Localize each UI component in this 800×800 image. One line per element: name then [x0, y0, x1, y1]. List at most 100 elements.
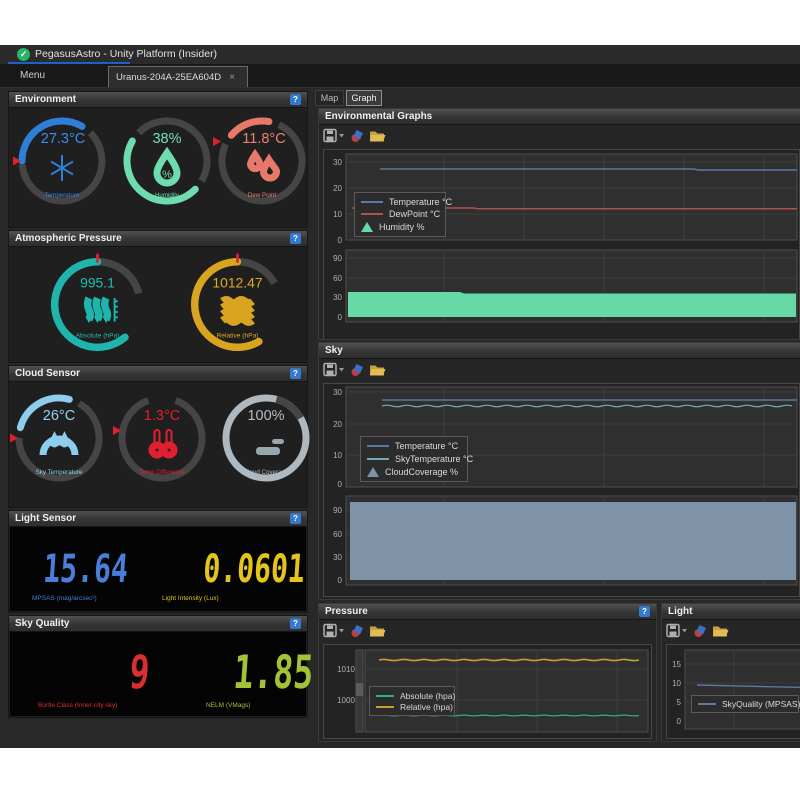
cloud-sensor-header: Cloud Sensor ? [9, 366, 307, 382]
light-sensor-title: Light Sensor [15, 513, 76, 524]
save-icon[interactable] [324, 625, 336, 637]
device-tab[interactable]: Uranus-204A-25EA604D × [108, 66, 248, 87]
open-folder-icon[interactable] [370, 366, 386, 376]
svg-text:%: % [162, 169, 172, 181]
legend-label: SkyTemperature °C [395, 454, 473, 464]
temperature-value: 27.3°C [41, 131, 86, 147]
save-dropdown-icon[interactable] [682, 629, 687, 633]
svg-text:15: 15 [672, 660, 681, 669]
save-dropdown-icon[interactable] [339, 629, 344, 633]
svg-text:0: 0 [338, 576, 343, 585]
sky-chart-box: 30 20 10 0 90 60 [323, 383, 800, 597]
clear-icon[interactable] [352, 130, 364, 142]
clear-icon[interactable] [352, 625, 364, 637]
tab-graph[interactable]: Graph [346, 90, 382, 106]
save-icon[interactable] [324, 130, 336, 142]
sky-graphs-title: Sky [325, 345, 343, 356]
svg-text:30: 30 [333, 293, 342, 302]
open-folder-icon[interactable] [370, 132, 386, 142]
legend-line [367, 445, 389, 447]
menu-button[interactable]: Menu [14, 68, 51, 83]
sky-temperature-value: 26°C [43, 408, 75, 424]
clear-icon[interactable] [695, 625, 707, 637]
sky-quality-display: 9 Bortle Class (Inner-city sky) 1.85 NEL… [10, 632, 306, 716]
humidity-series-area [348, 292, 796, 317]
help-icon[interactable]: ? [290, 94, 301, 105]
temperature-label: Temperature [45, 192, 80, 199]
save-icon[interactable] [324, 364, 336, 376]
light-chart-legend: SkyQuality (MPSAS) [691, 695, 799, 713]
svg-text:0: 0 [677, 717, 682, 726]
help-icon[interactable]: ? [639, 606, 650, 617]
absolute-pressure-label: Absolute (hPa) [76, 333, 120, 340]
light-graphs-panel: Light [661, 603, 800, 742]
cloudcoverage-series-area [350, 502, 796, 580]
sky-quality-header: Sky Quality ? [9, 616, 307, 632]
svg-text:20: 20 [333, 420, 342, 429]
svg-text:10: 10 [333, 451, 342, 460]
cloud-coverage-value: 100% [247, 408, 284, 424]
help-icon[interactable]: ? [290, 513, 301, 524]
atmospheric-pressure-panel: Atmospheric Pressure ? 995.1 [8, 230, 308, 363]
save-dropdown-icon[interactable] [339, 134, 344, 138]
legend-label: CloudCoverage % [385, 467, 458, 477]
save-dropdown-icon[interactable] [339, 368, 344, 372]
open-folder-icon[interactable] [370, 627, 386, 637]
dew-point-gauge: 11.8°C Dew Point [212, 111, 312, 211]
relative-pressure-value: 1012.47 [212, 274, 263, 290]
absolute-pressure-gauge: 995.1 Absolute (hPa) [44, 251, 151, 358]
temp-difference-value: 1.3°C [144, 408, 180, 424]
pressure-chart-box: 1010 1000 Absolute (hpa) Relative (hpa) [323, 644, 652, 739]
open-folder-icon[interactable] [713, 627, 729, 637]
temp-difference-label: Temp Difference [140, 469, 185, 476]
close-icon[interactable]: × [229, 72, 235, 83]
clear-icon[interactable] [352, 364, 364, 376]
svg-text:10: 10 [672, 679, 681, 688]
status-check-icon: ✓ [17, 48, 30, 61]
svg-text:0: 0 [338, 480, 343, 489]
svg-text:5: 5 [677, 698, 682, 707]
cloud-coverage-gauge: 100% Cloud Coverage [216, 388, 316, 488]
help-icon[interactable]: ? [290, 368, 301, 379]
env-humidity-chart: 90 60 30 0 [324, 248, 799, 340]
sky-quality-panel: Sky Quality ? 9 Bortle Class (Inner-city… [8, 615, 308, 718]
svg-text:60: 60 [333, 530, 342, 539]
tab-map[interactable]: Map [315, 90, 344, 106]
sky-temperature-label: Sky Temperature [36, 469, 83, 476]
pressure-graphs-header: Pressure ? [319, 604, 656, 620]
nelm-value: 1.85 [232, 649, 315, 695]
legend-triangle [367, 467, 379, 477]
legend-label: Temperature °C [395, 441, 458, 451]
environment-panel: Environment ? 27.3°C Temperature [8, 91, 308, 228]
help-icon[interactable]: ? [290, 233, 301, 244]
pressure-graphs-panel: Pressure ? [318, 603, 657, 742]
cloud-sensor-title: Cloud Sensor [15, 368, 80, 379]
svg-text:60: 60 [333, 274, 342, 283]
svg-text:1000: 1000 [337, 696, 355, 705]
light-sensor-panel: Light Sensor ? 15.64 MPSAS (mag/arcsec²)… [8, 510, 308, 613]
environmental-graphs-panel: Environmental Graphs [318, 108, 800, 340]
humidity-droplet-icon: % [157, 153, 177, 183]
lux-value: 0.0601 [202, 550, 306, 589]
light-graphs-title: Light [668, 606, 692, 617]
temperature-gauge: 27.3°C Temperature [12, 111, 112, 211]
chart-toolbar [323, 362, 393, 383]
svg-text:1010: 1010 [337, 665, 355, 674]
sky-temperature-gauge: 26°C Sky Temperature [9, 388, 109, 488]
light-sensor-display: 15.64 MPSAS (mag/arcsec²) 0.0601 Light I… [10, 527, 306, 611]
atmospheric-pressure-title: Atmospheric Pressure [15, 233, 122, 244]
svg-text:0: 0 [338, 313, 343, 322]
pressure-graphs-title: Pressure [325, 606, 368, 617]
environmental-graphs-header: Environmental Graphs [319, 109, 800, 125]
pressure-waves-icon [223, 300, 253, 322]
environment-header: Environment ? [9, 92, 307, 108]
help-icon[interactable]: ? [290, 618, 301, 629]
snowflake-icon [51, 155, 73, 181]
absolute-pressure-value: 995.1 [80, 274, 115, 290]
legend-line [361, 213, 383, 215]
environmental-chart-box: 30 20 10 0 90 60 [323, 149, 800, 340]
save-icon[interactable] [667, 625, 679, 637]
thermometers-icon [152, 430, 174, 455]
scrollbar-thumb[interactable] [356, 683, 364, 696]
svg-text:30: 30 [333, 553, 342, 562]
